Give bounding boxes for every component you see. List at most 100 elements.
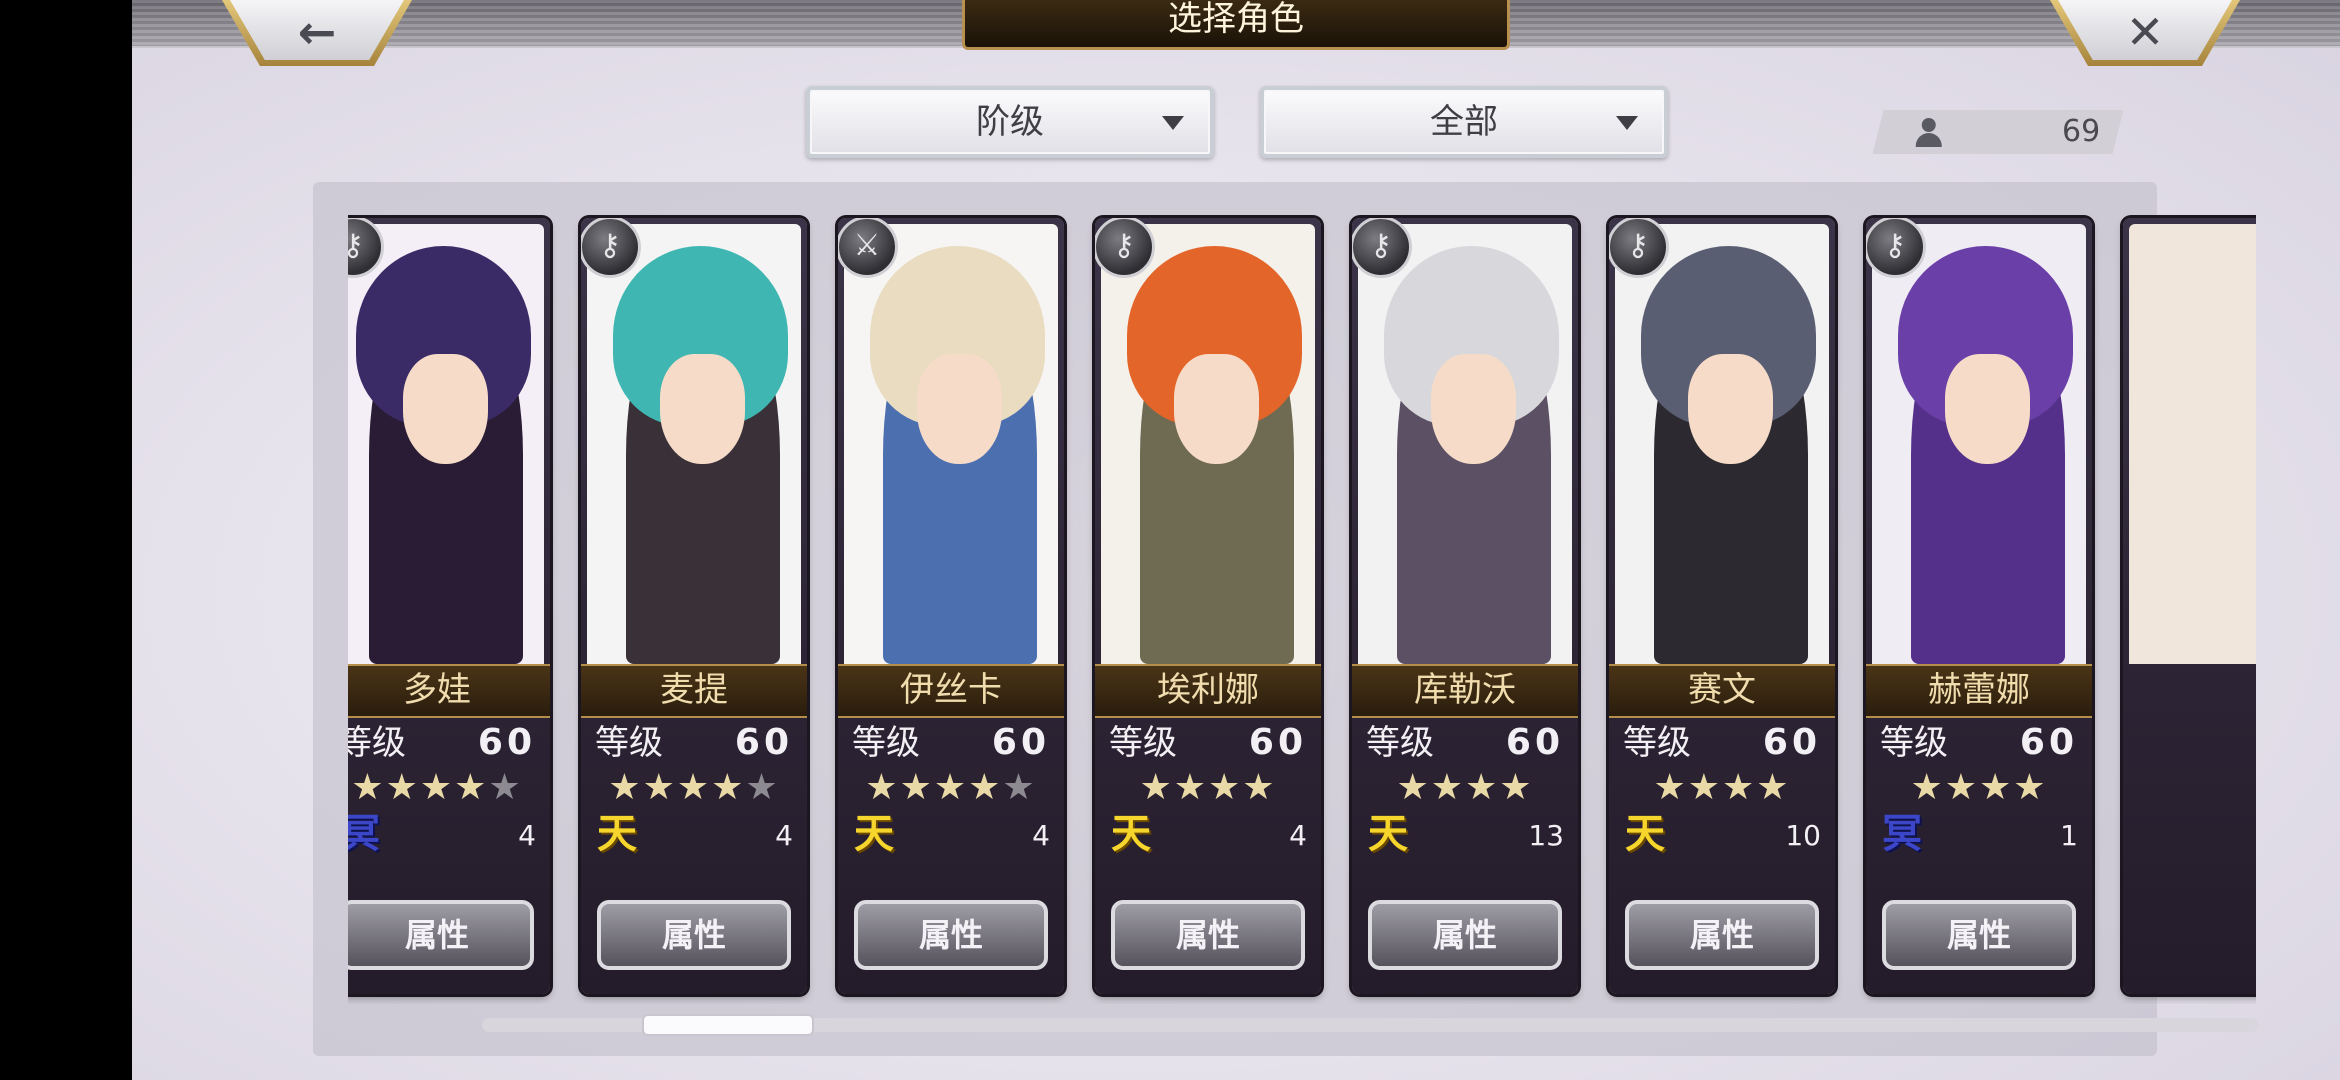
star-rating: ★★★★★ (838, 766, 1064, 810)
star-icon: ★ (899, 767, 934, 808)
character-name: 埃利娜 (1095, 664, 1321, 718)
character-list[interactable]: ⚷ 多娃 等级 60 ★★★★★ 冥 4 属性 ⚷ 麦提 等级 60 ★★★★★ 天 4 属性 ⚔ 伊丝卡 等级 60… (348, 204, 2256, 1004)
star-icon: ★ (1139, 767, 1174, 808)
star-icon: ★ (1430, 767, 1465, 808)
star-icon: ★ (711, 767, 746, 808)
element-icon: 天 (1111, 811, 1151, 857)
element-icon: 冥 (1882, 811, 1922, 857)
attribute-button[interactable]: 属性 (1882, 900, 2076, 970)
star-rating: ★★★★ (1352, 766, 1578, 810)
character-portrait (348, 224, 544, 664)
character-name: 伊丝卡 (838, 664, 1064, 718)
element-row: 天4 (595, 810, 793, 866)
star-icon: ★ (865, 767, 900, 808)
star-icon: ★ (608, 767, 643, 808)
star-icon: ★ (385, 767, 420, 808)
attribute-button[interactable]: 属性 (1111, 900, 1305, 970)
element-icon: 天 (1625, 811, 1665, 857)
attribute-button[interactable]: 属性 (348, 900, 534, 970)
type-filter-label: 全部 (1430, 102, 1498, 142)
star-icon: ★ (1396, 767, 1431, 808)
level-row: 等级 60 (1366, 718, 1564, 768)
character-card[interactable]: ⚷ 麦提 等级 60 ★★★★★ 天 4 属性 (581, 218, 807, 994)
character-portrait (844, 224, 1058, 664)
level-value: 60 (2019, 722, 2078, 763)
back-arrow-icon: ← (297, 5, 337, 59)
scrollbar-thumb[interactable] (642, 1014, 815, 1036)
level-label: 等级 (852, 723, 920, 763)
star-icon: ★ (1173, 767, 1208, 808)
star-icon: ★ (1653, 767, 1688, 808)
type-filter-dropdown[interactable]: 全部 (1260, 86, 1668, 158)
star-icon: ★ (1499, 767, 1534, 808)
roster-count: 69 (2061, 114, 2100, 149)
character-name: 赛文 (1609, 664, 1835, 718)
character-card[interactable]: ⚷ 赫蕾娜 等级 60 ★★★★ 冥 1 属性 (1866, 218, 2092, 994)
attribute-button[interactable]: 属性 (597, 900, 791, 970)
level-label: 等级 (348, 723, 406, 763)
duplicate-count: 4 (775, 819, 793, 852)
rank-filter-dropdown[interactable]: 阶级 (806, 86, 1214, 158)
character-portrait (587, 224, 801, 664)
star-icon: ★ (2013, 767, 2048, 808)
duplicate-count: 4 (518, 819, 536, 852)
star-icon: ★ (488, 767, 523, 808)
chevron-down-icon (1616, 116, 1638, 130)
level-row: 等级 60 (1880, 718, 2078, 768)
star-icon: ★ (419, 767, 455, 808)
star-icon: ★ (1687, 767, 1722, 808)
level-value: 60 (1505, 722, 1564, 763)
close-button[interactable]: ✕ (2050, 0, 2240, 66)
close-icon: ✕ (2125, 5, 2165, 59)
character-card[interactable]: ⚔ 伊丝卡 等级 60 ★★★★★ 天 4 属性 (838, 218, 1064, 994)
duplicate-count: 1 (2060, 819, 2078, 852)
element-row: 冥4 (348, 810, 536, 866)
character-card[interactable]: ⚷ 埃利娜 等级 60 ★★★★ 天 4 属性 (1095, 218, 1321, 994)
star-icon: ★ (745, 767, 780, 808)
element-icon: 天 (1368, 811, 1408, 857)
level-label: 等级 (1366, 723, 1434, 763)
level-row: 等级 60 (1623, 718, 1821, 768)
duplicate-count: 13 (1528, 819, 1564, 852)
duplicate-count: 4 (1032, 819, 1050, 852)
star-rating: ★★★★★ (581, 766, 807, 810)
game-screen: ← 选择角色 ✕ 阶级 全部 69 ⚷ 多娃 等级 60 ★★★★★ 冥 4 属性 ⚷ 麦提 等级 6… (132, 0, 2340, 1080)
element-row: 天4 (1109, 810, 1307, 866)
character-name: 多娃 (348, 664, 550, 718)
page-title: 选择角色 (962, 0, 1510, 50)
level-value: 60 (734, 722, 793, 763)
character-card-partial[interactable] (2123, 218, 2256, 994)
element-icon: 天 (597, 811, 637, 857)
level-value: 60 (1762, 722, 1821, 763)
level-label: 等级 (1109, 723, 1177, 763)
level-row: 等级 60 (348, 718, 536, 768)
character-card[interactable]: ⚷ 库勒沃 等级 60 ★★★★ 天 13 属性 (1352, 218, 1578, 994)
character-portrait (1615, 224, 1829, 664)
star-icon: ★ (1756, 767, 1791, 808)
attribute-button[interactable]: 属性 (1368, 900, 1562, 970)
star-icon: ★ (1722, 767, 1757, 808)
back-button[interactable]: ← (222, 0, 412, 66)
roster-count-badge: 69 (1872, 110, 2124, 154)
level-row: 等级 60 (852, 718, 1050, 768)
level-label: 等级 (1880, 723, 1948, 763)
star-icon: ★ (676, 767, 712, 808)
character-card[interactable]: ⚷ 多娃 等级 60 ★★★★★ 冥 4 属性 (348, 218, 550, 994)
element-row: 天 10 (1623, 810, 1821, 866)
star-icon: ★ (1242, 767, 1277, 808)
star-icon: ★ (933, 767, 969, 808)
star-icon: ★ (1465, 767, 1500, 808)
element-row: 天 13 (1366, 810, 1564, 866)
level-row: 等级 60 (1109, 718, 1307, 768)
element-icon: 天 (854, 811, 894, 857)
level-value: 60 (1248, 722, 1307, 763)
attribute-button[interactable]: 属性 (854, 900, 1048, 970)
character-card[interactable]: ⚷ 赛文 等级 60 ★★★★ 天 10 属性 (1609, 218, 1835, 994)
character-portrait (2129, 224, 2256, 664)
star-icon: ★ (1208, 767, 1243, 808)
star-icon: ★ (454, 767, 489, 808)
character-portrait (1872, 224, 2086, 664)
rank-filter-label: 阶级 (976, 102, 1044, 142)
attribute-button[interactable]: 属性 (1625, 900, 1819, 970)
chevron-down-icon (1162, 116, 1184, 130)
